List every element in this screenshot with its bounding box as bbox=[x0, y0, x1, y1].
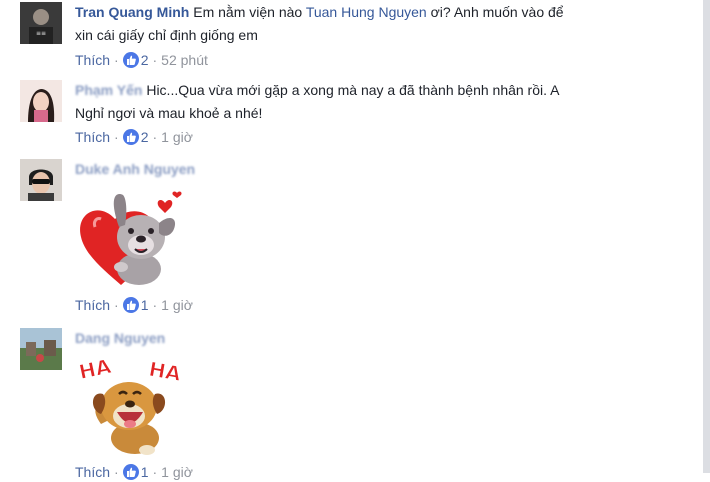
comment-actions: Thích · 2 · 52 phút bbox=[75, 50, 208, 70]
comment-actions: Thích · 1 · 1 giờ bbox=[75, 462, 193, 482]
avatar[interactable]: ≡≡ bbox=[20, 2, 62, 44]
svg-text:≡≡: ≡≡ bbox=[36, 30, 46, 37]
reaction-count[interactable]: 2 bbox=[141, 52, 149, 68]
reaction-count[interactable]: 1 bbox=[141, 297, 149, 313]
comment-actions: Thích · 2 · 1 giờ bbox=[75, 127, 193, 147]
timestamp[interactable]: 1 giờ bbox=[161, 464, 193, 480]
puppy-holding-heart-sticker[interactable] bbox=[75, 185, 185, 293]
comment-author[interactable]: Phạm Yến bbox=[75, 82, 142, 98]
like-reaction-icon[interactable] bbox=[122, 464, 139, 480]
like-button[interactable]: Thích bbox=[75, 52, 110, 68]
comment-body: Dang Nguyen bbox=[75, 327, 698, 350]
comment-text: Hic...Qua vừa mới gặp a xong mà nay a đã… bbox=[146, 82, 560, 98]
comment-author[interactable]: Dang Nguyen bbox=[75, 330, 165, 346]
comment-text: Nghỉ ngơi và mau khoẻ a nhé! bbox=[75, 105, 263, 121]
like-reaction-icon[interactable] bbox=[122, 297, 139, 313]
reaction-count[interactable]: 2 bbox=[141, 129, 149, 145]
comment-author[interactable]: Duke Anh Nguyen bbox=[75, 161, 195, 177]
separator: · bbox=[114, 52, 119, 68]
like-reaction-icon[interactable] bbox=[122, 52, 139, 68]
separator: · bbox=[152, 297, 158, 313]
comment-author[interactable]: Tran Quang Minh bbox=[75, 4, 189, 20]
separator: · bbox=[114, 297, 119, 313]
separator: · bbox=[152, 52, 158, 68]
comment-text: ơi? Anh muốn vào để bbox=[426, 4, 564, 20]
comment-body: Phạm Yến Hic...Qua vừa mới gặp a xong mà… bbox=[75, 79, 698, 125]
comment-body: Duke Anh Nguyen bbox=[75, 158, 698, 181]
reaction-count[interactable]: 1 bbox=[141, 464, 149, 480]
laughing-dog-haha-sticker[interactable]: HA HA bbox=[75, 350, 185, 461]
like-button[interactable]: Thích bbox=[75, 297, 110, 313]
separator: · bbox=[152, 129, 158, 145]
like-button[interactable]: Thích bbox=[75, 129, 110, 145]
timestamp[interactable]: 52 phút bbox=[161, 52, 208, 68]
scrollbar-track[interactable] bbox=[703, 0, 710, 473]
avatar[interactable] bbox=[20, 159, 62, 201]
separator: · bbox=[114, 129, 119, 145]
comment-actions: Thích · 1 · 1 giờ bbox=[75, 295, 193, 315]
timestamp[interactable]: 1 giờ bbox=[161, 129, 193, 145]
sticker-text: HA bbox=[147, 357, 183, 386]
separator: · bbox=[114, 464, 119, 480]
sticker-text: HA bbox=[77, 354, 114, 384]
comment-text: xin cái giấy chỉ định giống em bbox=[75, 27, 258, 43]
avatar[interactable] bbox=[20, 80, 62, 122]
timestamp[interactable]: 1 giờ bbox=[161, 297, 193, 313]
like-reaction-icon[interactable] bbox=[122, 129, 139, 145]
like-button[interactable]: Thích bbox=[75, 464, 110, 480]
comment-body: Tran Quang Minh Em nằm viện nào Tuan Hun… bbox=[75, 1, 698, 47]
separator: · bbox=[152, 464, 158, 480]
comment-text: Em nằm viện nào bbox=[193, 4, 306, 20]
scrollbar-thumb[interactable] bbox=[703, 0, 710, 473]
avatar[interactable] bbox=[20, 328, 62, 370]
mention-link[interactable]: Tuan Hung Nguyen bbox=[306, 4, 427, 20]
